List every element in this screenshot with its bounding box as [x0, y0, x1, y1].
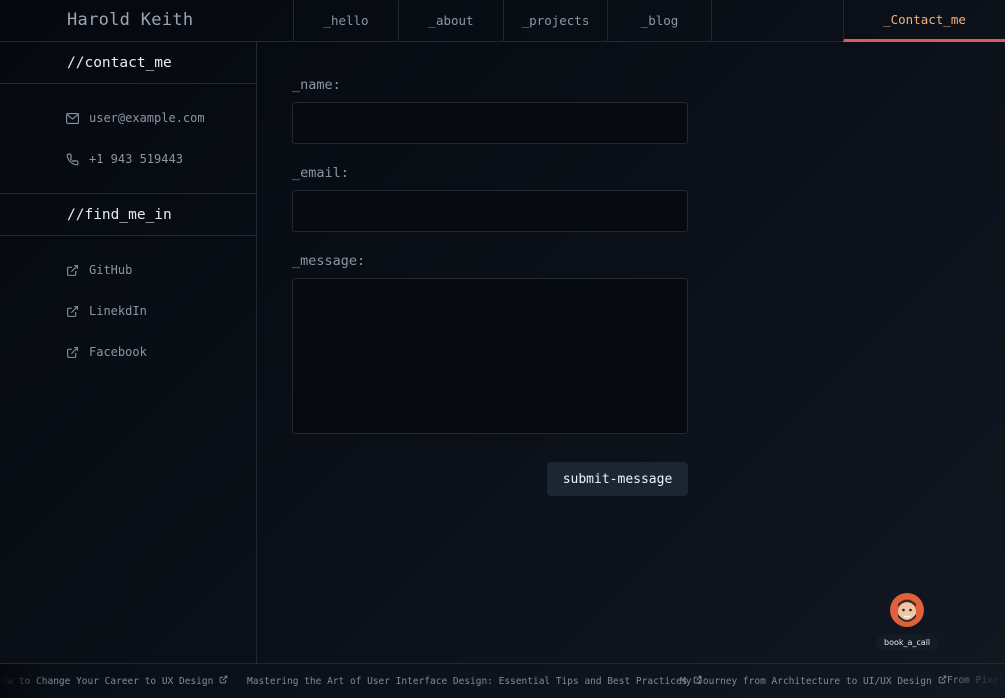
tab-blog[interactable]: _blog [607, 0, 712, 41]
contact-email: user@example.com [66, 111, 205, 125]
external-link-icon [66, 305, 79, 318]
find-me-heading: //find_me_in [0, 194, 256, 236]
phone-icon [66, 153, 79, 166]
external-link-icon [219, 675, 228, 687]
tab-hello[interactable]: _hello [293, 0, 398, 41]
avatar-face-icon [891, 594, 923, 626]
link-label: GitHub [89, 263, 133, 277]
link-github[interactable]: GitHub [66, 263, 132, 277]
phone-text: +1 943 519443 [89, 152, 183, 166]
tab-contact-me[interactable]: _Contact_me [843, 0, 1005, 42]
book-call-button[interactable]: book_a_call [876, 635, 939, 650]
ticker-item[interactable]: From Pixel [947, 675, 1004, 686]
footer-ticker: How to Change Your Career to UX Design M… [0, 663, 1005, 698]
contact-phone: +1 943 519443 [66, 152, 183, 166]
external-link-icon [938, 675, 947, 687]
tab-projects[interactable]: _projects [503, 0, 607, 41]
name-label: _name: [292, 77, 341, 93]
name-field[interactable] [292, 102, 688, 144]
tab-about[interactable]: _about [398, 0, 503, 41]
link-facebook[interactable]: Facebook [66, 345, 147, 359]
contact-heading: //contact_me [0, 42, 256, 84]
ticker-text: How to Change Your Career to UX Design [0, 675, 214, 687]
email-field[interactable] [292, 190, 688, 232]
ticker-text: From Pixel [947, 675, 1005, 686]
mail-icon [66, 112, 79, 124]
submit-message-button[interactable]: submit-message [547, 462, 688, 496]
ticker-text: My Journey from Architecture to UI/UX De… [680, 675, 932, 687]
message-field[interactable] [292, 278, 688, 434]
link-label: LinekdIn [89, 304, 147, 318]
ticker-item[interactable]: How to Change Your Career to UX Design [0, 675, 228, 687]
ticker-item[interactable]: My Journey from Architecture to UI/UX De… [680, 675, 947, 687]
external-link-icon [66, 264, 79, 277]
email-text: user@example.com [89, 111, 205, 125]
link-label: Facebook [89, 345, 147, 359]
external-link-icon [66, 346, 79, 359]
top-nav: Harold Keith _hello _about _projects _bl… [0, 0, 1005, 42]
sidebar: //contact_me user@example.com +1 943 519… [0, 42, 257, 663]
link-linkedin[interactable]: LinekdIn [66, 304, 147, 318]
site-logo[interactable]: Harold Keith [67, 10, 193, 30]
ticker-text: Mastering the Art of User Interface Desi… [247, 675, 688, 687]
ticker-item[interactable]: Mastering the Art of User Interface Desi… [247, 675, 702, 687]
message-label: _message: [292, 253, 366, 269]
email-label: _email: [292, 165, 349, 181]
avatar[interactable] [890, 593, 924, 627]
